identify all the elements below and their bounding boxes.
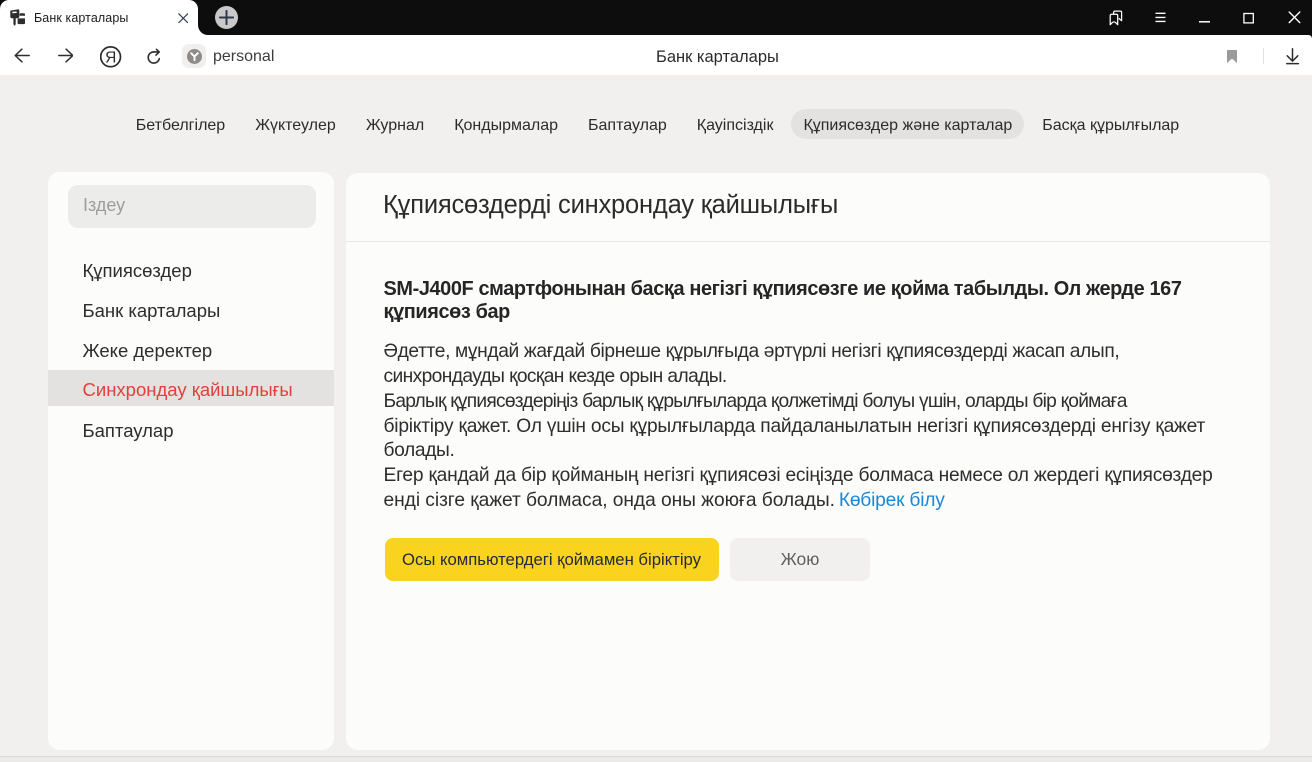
svg-text:Я: Я [105, 49, 116, 66]
